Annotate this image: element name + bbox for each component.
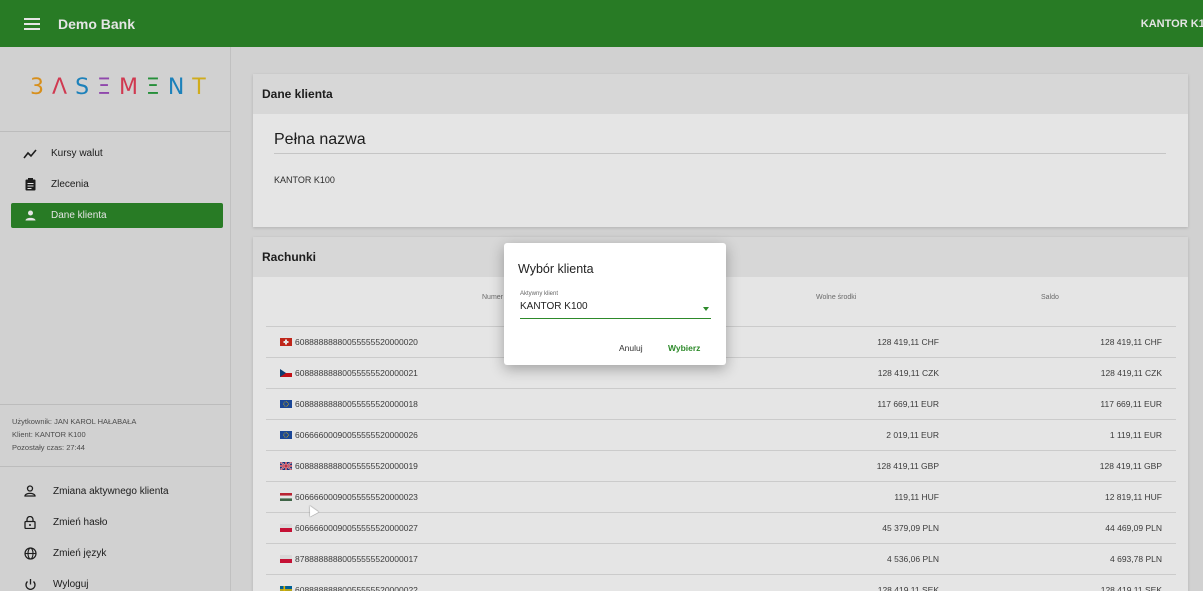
dialog-title: Wybór klienta — [518, 262, 594, 276]
active-client-value: KANTOR K100 — [520, 301, 588, 312]
select-button[interactable]: Wybierz — [668, 343, 700, 353]
client-select-dialog: Wybór klienta Aktywny klient KANTOR K100… — [504, 243, 726, 365]
dropdown-arrow-icon — [703, 307, 709, 311]
cancel-button[interactable]: Anuluj — [619, 343, 643, 353]
active-client-label: Aktywny klient — [520, 291, 559, 297]
active-client-select[interactable]: KANTOR K100 — [520, 301, 711, 319]
